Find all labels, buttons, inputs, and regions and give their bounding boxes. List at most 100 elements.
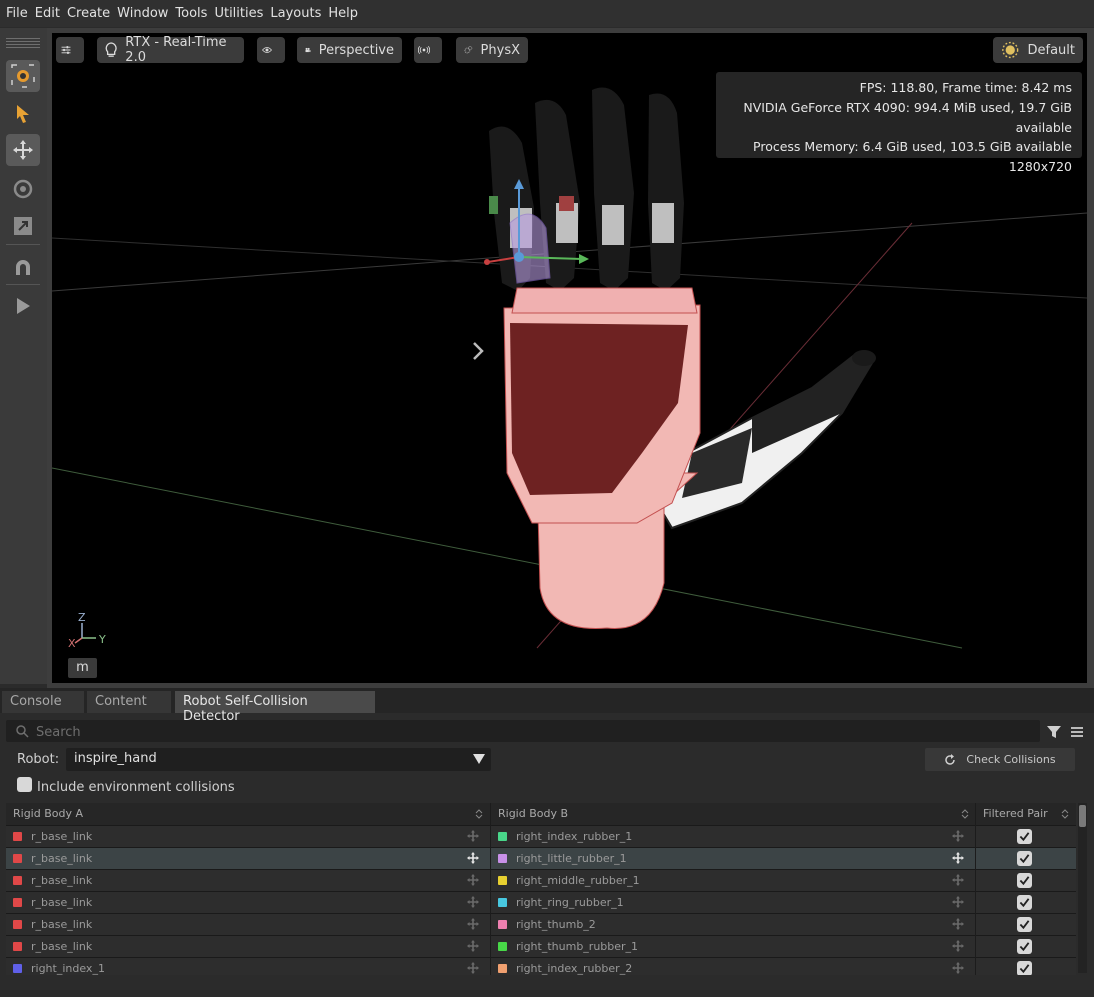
rigid-body-b-name: right_middle_rubber_1	[516, 874, 640, 887]
camera-button[interactable]: Perspective	[297, 37, 402, 63]
table-row[interactable]: r_base_link right_thumb_2	[6, 913, 1076, 935]
scale-icon	[14, 217, 32, 235]
tab-console[interactable]: Console	[2, 691, 84, 713]
sort-icon[interactable]	[1061, 809, 1069, 819]
filtered-pair-checkbox[interactable]	[1017, 895, 1032, 910]
snap-toggle-button[interactable]	[6, 252, 40, 284]
move-icon[interactable]	[466, 917, 480, 931]
sun-icon	[1002, 41, 1019, 59]
check-collisions-button[interactable]: Check Collisions	[925, 748, 1075, 771]
robot-select[interactable]: inspire_hand	[66, 748, 491, 771]
play-button[interactable]	[6, 290, 40, 322]
move-icon[interactable]	[951, 873, 965, 887]
table-scrollbar-thumb[interactable]	[1079, 805, 1086, 827]
move-icon[interactable]	[951, 917, 965, 931]
filtered-pair-checkbox[interactable]	[1017, 961, 1032, 975]
select-mode-button[interactable]	[6, 60, 40, 92]
sort-icon[interactable]	[475, 809, 483, 819]
body-b-color-swatch	[498, 876, 507, 885]
body-a-color-swatch	[13, 876, 22, 885]
body-b-color-swatch	[498, 942, 507, 951]
chevron-down-icon	[473, 754, 485, 764]
move-icon[interactable]	[466, 851, 480, 865]
search-box	[6, 720, 1040, 744]
filter-icon[interactable]	[1046, 724, 1062, 740]
tab-robot-self-collision-detector[interactable]: Robot Self-Collision Detector	[175, 691, 375, 724]
menu-layouts[interactable]: Layouts	[270, 6, 321, 21]
tab-content[interactable]: Content	[87, 691, 171, 713]
move-icon[interactable]	[466, 873, 480, 887]
move-icon[interactable]	[466, 829, 480, 843]
process-memory-readout: Process Memory: 6.4 GiB used, 103.5 GiB …	[753, 139, 1072, 155]
filtered-pair-checkbox[interactable]	[1017, 939, 1032, 954]
menu-create[interactable]: Create	[67, 6, 110, 21]
menu-window[interactable]: Window	[117, 6, 168, 21]
gpu-memory-readout: NVIDIA GeForce RTX 4090: 994.4 MiB used,…	[743, 99, 1072, 135]
rigid-body-a-name: r_base_link	[31, 852, 93, 865]
camera-icon	[305, 47, 311, 53]
header-rigid-body-b[interactable]: Rigid Body B	[498, 807, 568, 820]
viewport[interactable]: Z X Y m RTX - Real-Time 2.0 Perspective …	[52, 33, 1087, 683]
filtered-pair-checkbox[interactable]	[1017, 851, 1032, 866]
camera-label: Perspective	[318, 42, 394, 58]
filtered-pair-checkbox[interactable]	[1017, 873, 1032, 888]
table-row[interactable]: r_base_link right_ring_rubber_1	[6, 891, 1076, 913]
physics-button[interactable]: PhysX	[456, 37, 528, 63]
rigid-body-b-name: right_little_rubber_1	[516, 852, 627, 865]
rigid-body-a-name: r_base_link	[31, 830, 93, 843]
search-input[interactable]	[34, 720, 1028, 744]
sort-icon[interactable]	[961, 809, 969, 819]
visibility-button[interactable]	[257, 37, 285, 63]
rigid-body-a-name: r_base_link	[31, 874, 93, 887]
move-icon[interactable]	[951, 961, 965, 975]
lighting-button[interactable]: Default	[993, 37, 1083, 63]
select-arrow-button[interactable]	[6, 98, 40, 130]
table-row[interactable]: r_base_link right_little_rubber_1	[6, 847, 1076, 869]
menu-utilities[interactable]: Utilities	[214, 6, 263, 21]
move-icon[interactable]	[466, 939, 480, 953]
menu-bar: File Edit Create Window Tools Utilities …	[0, 0, 1094, 27]
move-icon[interactable]	[466, 895, 480, 909]
tab-label: Content	[95, 694, 147, 709]
physics-label: PhysX	[480, 42, 520, 58]
body-a-color-swatch	[13, 920, 22, 929]
rigid-body-a-name: right_index_1	[31, 962, 105, 975]
table-row[interactable]: r_base_link right_thumb_rubber_1	[6, 935, 1076, 957]
move-icon[interactable]	[951, 829, 965, 843]
body-a-color-swatch	[13, 964, 22, 973]
filtered-pair-checkbox[interactable]	[1017, 829, 1032, 844]
include-env-collisions-checkbox[interactable]	[17, 777, 32, 792]
viewport-settings-button[interactable]	[56, 37, 84, 63]
menu-icon[interactable]	[1070, 725, 1084, 739]
menu-tools[interactable]: Tools	[175, 6, 207, 21]
renderer-button[interactable]: RTX - Real-Time 2.0	[97, 35, 244, 65]
toolbar-grip[interactable]	[6, 38, 40, 48]
table-row[interactable]: r_base_link right_index_rubber_1	[6, 825, 1076, 847]
move-icon[interactable]	[951, 851, 965, 865]
move-icon[interactable]	[951, 939, 965, 953]
audio-button[interactable]	[414, 37, 442, 63]
header-filtered-pair[interactable]: Filtered Pair	[983, 807, 1048, 820]
body-a-color-swatch	[13, 832, 22, 841]
menu-edit[interactable]: Edit	[35, 6, 60, 21]
filtered-pair-checkbox[interactable]	[1017, 917, 1032, 932]
body-b-color-swatch	[498, 964, 507, 973]
move-tool-button[interactable]	[6, 134, 40, 166]
search-icon	[16, 725, 29, 738]
table-header: Rigid Body A Rigid Body B Filtered Pair	[6, 803, 1076, 825]
move-icon[interactable]	[951, 895, 965, 909]
play-icon	[17, 298, 30, 314]
header-rigid-body-a[interactable]: Rigid Body A	[13, 807, 83, 820]
eye-icon	[262, 47, 272, 53]
move-icon[interactable]	[466, 961, 480, 975]
menu-file[interactable]: File	[6, 6, 28, 21]
scale-tool-button[interactable]	[6, 210, 40, 242]
rigid-body-b-name: right_index_rubber_1	[516, 830, 633, 843]
table-row[interactable]: right_index_1 right_index_rubber_2	[6, 957, 1076, 975]
table-scrollbar[interactable]	[1078, 803, 1087, 973]
stats-overlay: FPS: 118.80, Frame time: 8.42 ms NVIDIA …	[716, 72, 1082, 174]
units-button[interactable]: m	[68, 658, 97, 678]
menu-help[interactable]: Help	[328, 6, 358, 21]
table-row[interactable]: r_base_link right_middle_rubber_1	[6, 869, 1076, 891]
rotate-tool-button[interactable]	[6, 173, 40, 205]
